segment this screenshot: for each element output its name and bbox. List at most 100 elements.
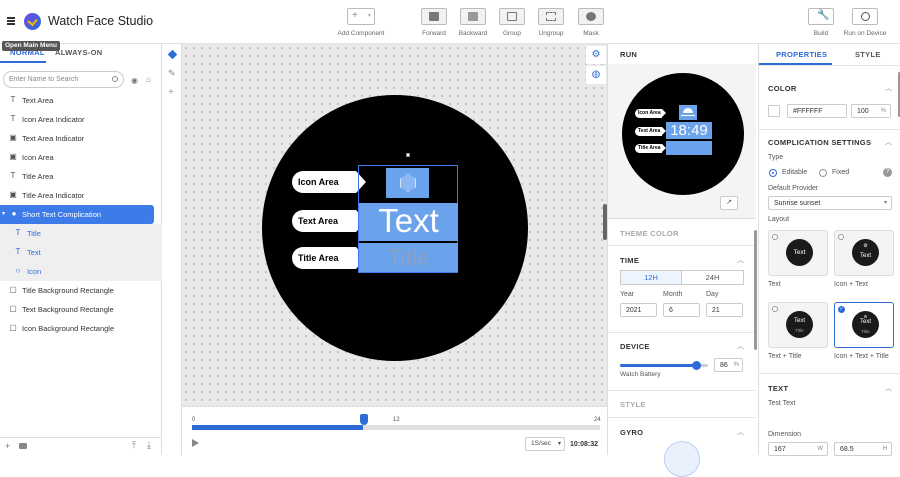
- theme-color-section[interactable]: THEME COLOR: [620, 229, 679, 238]
- format-24h-button[interactable]: 24H: [682, 270, 744, 285]
- layer-item[interactable]: T Icon Area Indicator: [0, 110, 162, 129]
- layer-item[interactable]: T Title Area: [0, 167, 162, 186]
- layer-item[interactable]: ▢ Text Background Rectangle: [0, 300, 162, 319]
- plus-icon[interactable]: +: [168, 87, 174, 98]
- divider: [759, 65, 900, 66]
- year-input[interactable]: 2021: [620, 303, 657, 317]
- run-scrollbar[interactable]: [754, 230, 757, 350]
- help-icon[interactable]: ?: [883, 168, 892, 177]
- text-section[interactable]: TEXT: [768, 384, 788, 393]
- divider: [608, 245, 756, 246]
- day-input[interactable]: 21: [706, 303, 743, 317]
- divider: [608, 417, 756, 418]
- layer-item[interactable]: ▣ Icon Area: [0, 148, 162, 167]
- opacity-input[interactable]: 100 %: [851, 104, 891, 118]
- divider: [608, 332, 756, 333]
- layer-label: Text: [27, 248, 41, 257]
- pin-icon[interactable]: ✎: [168, 68, 176, 79]
- battery-input[interactable]: 86 %: [714, 358, 743, 372]
- watch-icon: [861, 12, 870, 21]
- folder-icon[interactable]: [19, 443, 27, 449]
- layout-card-icon-text-title[interactable]: ✓ ⚙ Text Title: [834, 302, 894, 348]
- layer-label: Title Area: [22, 172, 54, 181]
- layer-item[interactable]: T Text: [0, 243, 162, 262]
- run-on-device-button[interactable]: Run on Device: [838, 8, 892, 37]
- card-text: Text: [793, 249, 806, 256]
- layer-label: Text Area Indicator: [22, 134, 85, 143]
- visibility-icon[interactable]: ◉: [131, 76, 138, 85]
- hexagon-icon: [400, 174, 416, 192]
- tab-always-on[interactable]: ALWAYS-ON: [55, 48, 102, 57]
- search-input[interactable]: Enter Name to Search: [3, 71, 124, 88]
- style-section[interactable]: STYLE: [620, 400, 646, 409]
- mask-button[interactable]: Mask: [564, 8, 618, 37]
- layer-item[interactable]: ○ Icon: [0, 262, 162, 281]
- gyro-section[interactable]: GYRO: [620, 428, 643, 437]
- move-down-icon[interactable]: ⤓: [147, 440, 151, 451]
- chevron-down-icon: ▾: [883, 200, 887, 206]
- tab-style[interactable]: STYLE: [855, 50, 881, 59]
- timeline-handle[interactable]: [360, 414, 368, 425]
- layer-item[interactable]: ▢ Icon Background Rectangle: [0, 319, 162, 338]
- sunrise-line: [681, 115, 695, 116]
- collapse-complication-icon[interactable]: ︿: [885, 137, 892, 147]
- test-text-label: Test Text: [768, 400, 796, 407]
- expand-chevron-icon[interactable]: ▾: [2, 205, 5, 224]
- layout-card-text[interactable]: Text: [768, 230, 828, 276]
- device-section[interactable]: DEVICE: [620, 342, 650, 351]
- default-provider-select[interactable]: Sunrise sunset ▾: [768, 196, 892, 210]
- open-external-button[interactable]: ↗: [720, 196, 738, 210]
- month-input[interactable]: 6: [663, 303, 700, 317]
- play-icon[interactable]: [192, 439, 199, 447]
- lock-icon[interactable]: ⌂: [146, 75, 151, 84]
- color-swatch[interactable]: [768, 105, 780, 117]
- fixed-label: Fixed: [832, 169, 850, 176]
- design-canvas[interactable]: Icon Area Text Area Title Area Text Titl…: [182, 44, 607, 406]
- collapse-color-icon[interactable]: ︿: [885, 83, 892, 93]
- divider: [759, 373, 900, 374]
- add-component-button[interactable]: + ▾ Add Component: [334, 8, 388, 37]
- layer-label: Title Area Indicator: [22, 191, 85, 200]
- layer-item[interactable]: ▣ Text Area Indicator: [0, 129, 162, 148]
- layer-item[interactable]: T Title: [0, 224, 162, 243]
- collapse-device-icon[interactable]: ︿: [737, 341, 744, 351]
- format-12h-button[interactable]: 12H: [620, 270, 682, 285]
- collapse-gyro-icon[interactable]: ︿: [737, 427, 744, 437]
- speed-select[interactable]: 1S/sec ▾: [525, 437, 565, 451]
- fixed-radio[interactable]: [819, 169, 827, 177]
- color-hex-input[interactable]: #FFFFFF: [787, 104, 847, 118]
- add-layer-icon[interactable]: +: [5, 441, 10, 451]
- layer-item[interactable]: ▣ Title Area Indicator: [0, 186, 162, 205]
- layer-label: Icon: [27, 267, 42, 276]
- complication-settings-section[interactable]: COMPLICATION SETTINGS: [768, 138, 871, 147]
- layer-item[interactable]: ● ▾ Short Text Complication: [0, 205, 154, 224]
- menu-icon[interactable]: [7, 17, 15, 25]
- tab-properties[interactable]: PROPERTIES: [776, 50, 827, 59]
- layer-item[interactable]: ▢ Title Background Rectangle: [0, 281, 162, 300]
- layers-icon[interactable]: [167, 49, 178, 60]
- width-input[interactable]: 167 W: [768, 442, 828, 456]
- text-icon: T: [15, 228, 21, 237]
- tool-strip: ✎ +: [162, 44, 182, 455]
- layer-item[interactable]: T Text Area: [0, 91, 162, 110]
- width-unit: W: [817, 446, 823, 452]
- sunrise-icon: [683, 108, 693, 113]
- search-icon: [112, 76, 118, 82]
- palette-icon[interactable]: ◍: [586, 66, 606, 84]
- rotation-handle[interactable]: [406, 153, 410, 157]
- time-section[interactable]: TIME: [620, 256, 639, 265]
- layout-card-icon-text[interactable]: ⚙ Text: [834, 230, 894, 276]
- collapse-time-icon[interactable]: ︿: [737, 255, 744, 265]
- editable-radio[interactable]: [769, 169, 777, 177]
- color-section[interactable]: COLOR: [768, 84, 797, 93]
- text-icon: T: [10, 95, 16, 104]
- h24-label: 24H: [705, 273, 720, 282]
- move-up-icon[interactable]: ⤒: [132, 440, 136, 451]
- card-title: Title: [795, 328, 804, 333]
- gyro-dial[interactable]: [664, 441, 700, 477]
- layout-card-text-title[interactable]: Text Title: [768, 302, 828, 348]
- collapse-text-icon[interactable]: ︿: [885, 383, 892, 393]
- run-toggle-icon[interactable]: ⚙: [586, 46, 606, 64]
- battery-slider-thumb[interactable]: [692, 361, 701, 370]
- height-input[interactable]: 68.5 H: [834, 442, 892, 456]
